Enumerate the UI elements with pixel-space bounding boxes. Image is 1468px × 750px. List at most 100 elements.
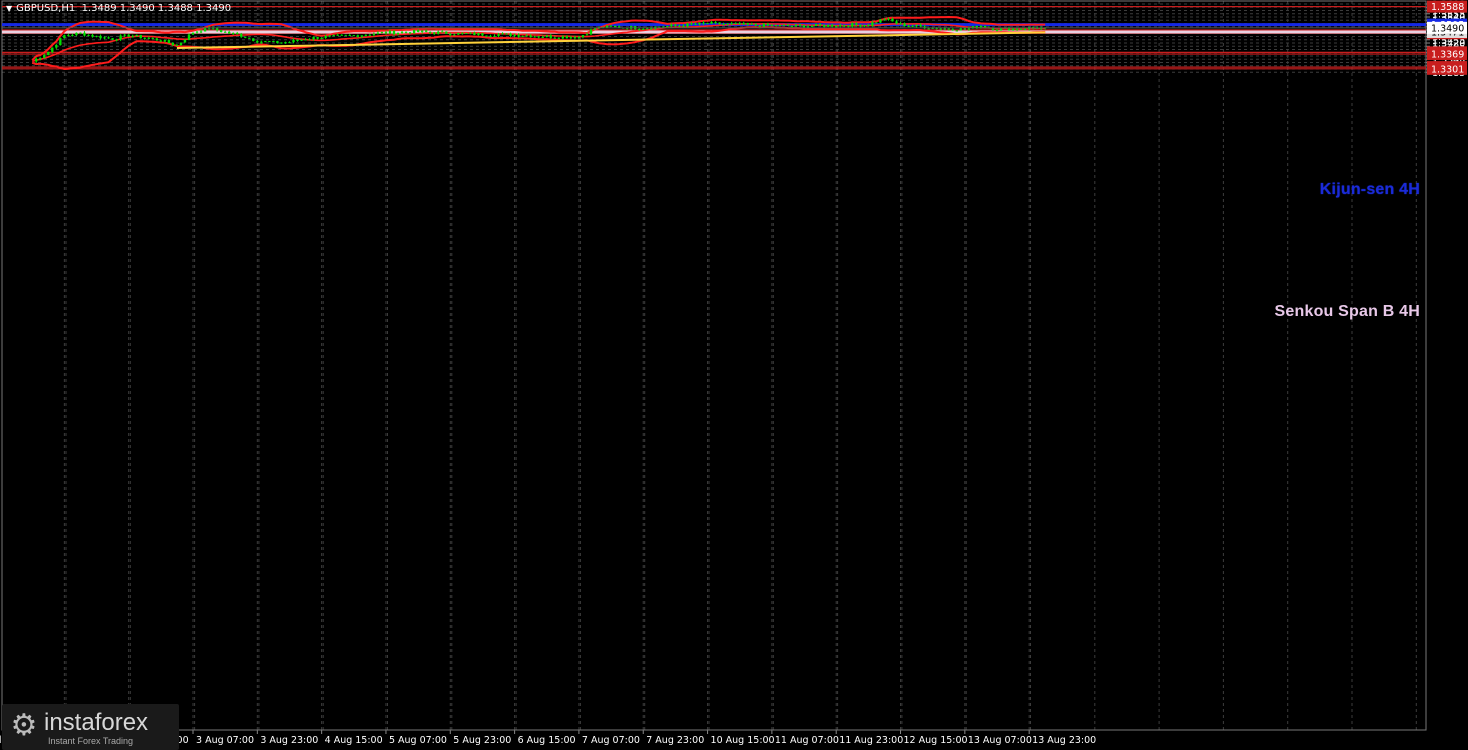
candle-body (163, 39, 167, 42)
candle-body (887, 18, 890, 20)
candle-body (818, 24, 822, 26)
candle-body (754, 23, 757, 26)
candle-body (103, 37, 106, 39)
candle-body (416, 30, 420, 32)
candle-body (963, 28, 967, 30)
candle-body (344, 34, 347, 36)
candle-body (750, 23, 753, 25)
candle-body (521, 35, 524, 37)
candle-body (802, 25, 806, 28)
candle-body (264, 41, 267, 43)
price-chart[interactable]: 1.36001.35851.35701.35551.35401.35251.35… (0, 0, 1468, 750)
candle-body (43, 55, 46, 58)
candle-body (191, 32, 195, 35)
x-tick-label: 7 Aug 23:00 (646, 735, 704, 746)
candle-body (553, 37, 556, 39)
candle-body (51, 47, 54, 52)
candle-body (396, 32, 400, 35)
candle-body (915, 24, 918, 27)
ohlc-values: 1.3489 1.3490 1.3488 1.3490 (81, 3, 232, 14)
candle-body (569, 37, 573, 39)
candle-body (485, 35, 488, 37)
gear-icon: ⚙ (10, 708, 38, 743)
candle-body (292, 39, 295, 43)
candle-body (111, 38, 114, 40)
kijun-annotation: Kijun-sen 4H (1319, 181, 1420, 198)
candle-body (99, 35, 102, 39)
candle-body (911, 25, 914, 27)
candle-body (798, 24, 802, 26)
chart-header: ▼ GBPUSD,H1 1.3489 1.3490 1.3488 1.3490 (6, 3, 231, 14)
candle-body (187, 34, 191, 40)
candle-body (83, 32, 86, 36)
candle-body (477, 33, 480, 36)
candle-body (219, 30, 223, 33)
candle-body (412, 30, 416, 34)
candle-body (79, 32, 82, 34)
candle-body (959, 28, 963, 31)
candle-body (895, 21, 898, 24)
candle-body (437, 31, 440, 34)
candle-body (392, 30, 396, 35)
candle-body (589, 29, 593, 35)
candle-body (445, 31, 448, 34)
candle-body (529, 35, 532, 38)
candle-body (223, 31, 227, 33)
candle-body (702, 22, 705, 24)
candle-body (71, 35, 74, 37)
candle-body (248, 37, 251, 39)
x-tick-label: 3 Aug 07:00 (196, 735, 254, 746)
x-tick-label: 4 Aug 15:00 (325, 735, 383, 746)
candle-body (336, 34, 339, 36)
current-price-label: 1.3490 (1431, 23, 1464, 34)
x-tick-label: 12 Aug 15:00 (904, 735, 968, 746)
candle-body (332, 34, 335, 36)
candle-body (666, 26, 669, 28)
candle-body (284, 42, 287, 44)
candle-body (461, 32, 464, 34)
candle-body (304, 39, 307, 41)
candle-body (585, 34, 589, 36)
candle-body (489, 35, 492, 37)
candle-body (312, 37, 315, 40)
candle-body (195, 31, 199, 33)
candle-body (236, 32, 239, 35)
candle-body (734, 23, 737, 25)
candle-body (123, 34, 126, 36)
candle-body (722, 24, 725, 26)
candle-body (260, 41, 263, 43)
candle-body (533, 36, 536, 38)
candle-body (131, 36, 134, 38)
dropdown-icon[interactable]: ▼ (6, 4, 12, 13)
candle-body (826, 24, 830, 27)
chart-background (0, 0, 1468, 750)
candle-body (927, 28, 930, 30)
candle-body (847, 25, 850, 27)
candle-body (593, 28, 597, 30)
candle-body (457, 32, 460, 35)
candle-body (115, 39, 118, 41)
brand-logo: ⚙ instaforex Instant Forex Trading (2, 704, 179, 750)
candle-body (565, 36, 569, 39)
candle-body (232, 32, 235, 34)
candle-body (947, 28, 950, 30)
candle-body (481, 33, 484, 36)
candle-body (843, 25, 846, 27)
candle-body (308, 39, 311, 41)
candle-body (839, 25, 842, 27)
candle-body (718, 22, 721, 25)
candle-body (183, 39, 187, 43)
candle-body (55, 45, 58, 48)
candle-body (155, 38, 159, 41)
candle-body (955, 30, 958, 32)
candle-body (738, 23, 741, 25)
candle-body (561, 36, 565, 39)
candle-body (95, 35, 98, 37)
candle-body (541, 37, 544, 39)
x-tick-label: 11 Aug 23:00 (839, 735, 903, 746)
candle-body (557, 37, 561, 39)
candle-body (497, 34, 500, 37)
candle-body (340, 34, 343, 36)
candle-body (75, 32, 78, 36)
level-label: 1.3369 (1431, 50, 1464, 61)
